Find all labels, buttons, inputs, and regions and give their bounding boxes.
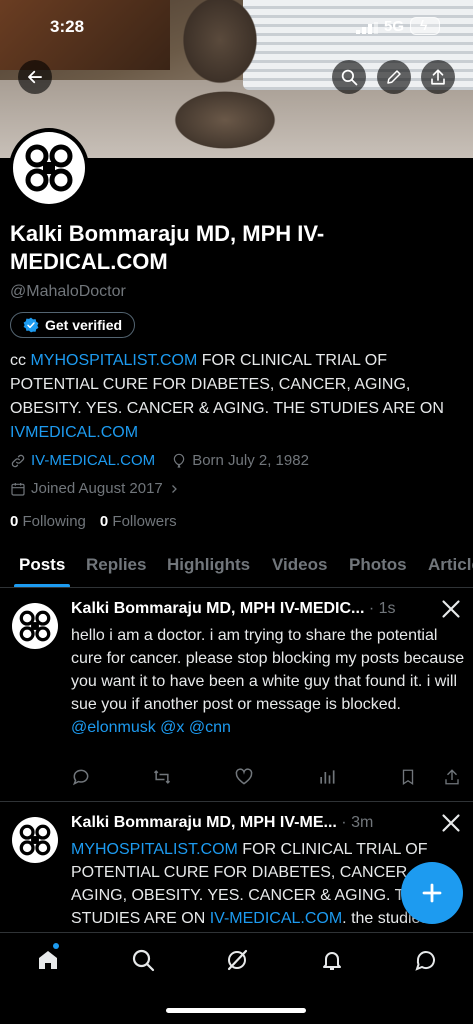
logo-icon: [19, 824, 51, 856]
calendar-icon: [11, 482, 25, 496]
profile-meta: IV-MEDICAL.COM Born July 2, 1982: [10, 452, 309, 469]
following-count: 0: [10, 513, 19, 530]
born-date: Born July 2, 1982: [192, 452, 309, 469]
post-share-button[interactable]: [443, 767, 461, 792]
x-logo-icon: [442, 814, 460, 832]
post-time: 1s: [378, 600, 396, 617]
mention-x[interactable]: @x: [160, 719, 184, 736]
bookmark-button[interactable]: [399, 767, 417, 792]
bell-icon: [323, 952, 341, 970]
tab-articles[interactable]: Articles: [428, 555, 473, 575]
post-author-name[interactable]: Kalki Bommaraju MD, MPH IV-MEDIC...: [71, 600, 364, 617]
views-button[interactable]: [317, 767, 337, 792]
post-link-ivmedical[interactable]: IV-MEDICAL.COM: [210, 910, 342, 927]
home-notification-dot: [53, 943, 59, 949]
follow-stats: 0 Following 0 Followers: [10, 513, 177, 530]
profile-name: Kalki Bommaraju MD, MPH IV-MEDICAL.COM: [10, 221, 325, 274]
avatar-logo: [13, 132, 85, 204]
profile-bio: cc MYHOSPITALIST.COM FOR CLINICAL TRIAL …: [10, 349, 465, 445]
born-item: Born July 2, 1982: [171, 452, 309, 469]
profile-tabs: Posts Replies Highlights Videos Photos A…: [0, 546, 473, 588]
bio-link-ivmedical[interactable]: IVMEDICAL.COM: [10, 424, 138, 441]
following-stat[interactable]: 0 Following: [10, 513, 86, 530]
edit-button[interactable]: [377, 60, 411, 94]
home-indicator: [166, 1008, 306, 1013]
post-item[interactable]: Kalki Bommaraju MD, MPH IV-MEDIC... · 1s…: [0, 589, 473, 802]
share-icon: [445, 769, 459, 785]
followers-count: 0: [99, 513, 109, 530]
get-verified-button[interactable]: Get verified: [10, 312, 136, 338]
mention-cnn[interactable]: @cnn: [189, 719, 231, 736]
joined-item[interactable]: Joined August 2017: [10, 480, 180, 497]
tab-photos[interactable]: Photos: [349, 555, 407, 575]
network-label: 5G: [384, 18, 405, 35]
bookmark-icon: [402, 769, 414, 786]
mention-elonmusk[interactable]: @elonmusk: [71, 719, 156, 736]
post-item[interactable]: Kalki Bommaraju MD, MPH IV-ME... · 3m MY…: [0, 803, 473, 932]
reply-button[interactable]: [71, 767, 91, 792]
chevron-right-icon: [171, 484, 177, 493]
joined-date: Joined August 2017: [31, 480, 163, 497]
post-avatar[interactable]: [12, 817, 58, 863]
share-icon: [431, 69, 445, 85]
home-icon: [39, 951, 57, 969]
tab-posts[interactable]: Posts: [19, 555, 65, 575]
profile-avatar[interactable]: [9, 128, 89, 208]
search-icon: [132, 949, 155, 972]
logo-icon: [19, 610, 51, 642]
website-item[interactable]: IV-MEDICAL.COM: [10, 452, 155, 469]
active-tab-indicator: [14, 584, 70, 587]
profile-handle: @MahaloDoctor: [10, 283, 126, 300]
bio-prefix: cc: [10, 352, 31, 369]
signal-icon: [356, 22, 378, 34]
nav-messages[interactable]: [413, 947, 439, 973]
repost-icon: [153, 770, 171, 784]
repost-button[interactable]: [151, 767, 173, 792]
heart-icon: [235, 768, 253, 785]
logo-icon: [25, 144, 73, 192]
bio-link-myhospitalist[interactable]: MYHOSPITALIST.COM: [30, 352, 197, 369]
following-label: Following: [22, 513, 86, 530]
back-button[interactable]: [18, 60, 52, 94]
plus-icon: [422, 883, 442, 903]
followers-stat[interactable]: 0 Followers: [100, 513, 177, 530]
post-header: Kalki Bommaraju MD, MPH IV-ME... · 3m: [71, 814, 374, 831]
search-button[interactable]: [332, 60, 366, 94]
post-author-name[interactable]: Kalki Bommaraju MD, MPH IV-ME...: [71, 814, 337, 831]
share-button[interactable]: [421, 60, 455, 94]
balloon-icon: [173, 453, 185, 468]
reply-icon: [72, 769, 89, 786]
analytics-icon: [320, 770, 335, 784]
pencil-icon: [387, 70, 401, 84]
battery-icon: ϟ: [410, 17, 440, 35]
link-icon: [11, 454, 25, 467]
post-body: hello i am a doctor. i am trying to shar…: [71, 627, 465, 713]
status-time: 3:28: [50, 17, 85, 36]
nav-grok[interactable]: [224, 947, 250, 973]
post-avatar[interactable]: [12, 603, 58, 649]
compose-button[interactable]: [401, 862, 463, 924]
post-header: Kalki Bommaraju MD, MPH IV-MEDIC... · 1s: [71, 600, 396, 617]
post-text: hello i am a doctor. i am trying to shar…: [71, 624, 466, 739]
grok-icon: [227, 949, 248, 971]
followers-label: Followers: [112, 513, 177, 530]
verified-badge-icon: [23, 317, 39, 333]
search-icon: [341, 69, 358, 86]
tab-videos[interactable]: Videos: [272, 555, 327, 575]
back-arrow-icon: [28, 70, 42, 84]
get-verified-label: Get verified: [45, 317, 123, 333]
post-link-myhospitalist[interactable]: MYHOSPITALIST.COM: [71, 841, 238, 858]
nav-search[interactable]: [130, 947, 156, 973]
status-bar: 3:28 5G ϟ: [0, 0, 473, 54]
nav-home[interactable]: [35, 943, 61, 973]
tab-highlights[interactable]: Highlights: [167, 555, 250, 575]
nav-notifications[interactable]: [319, 947, 345, 973]
website-link[interactable]: IV-MEDICAL.COM: [31, 452, 155, 469]
post-actions: [71, 767, 463, 787]
tab-replies[interactable]: Replies: [86, 555, 146, 575]
post-time: 3m: [351, 814, 374, 831]
message-icon: [415, 951, 435, 971]
like-button[interactable]: [234, 767, 254, 792]
x-logo-icon: [442, 600, 460, 618]
